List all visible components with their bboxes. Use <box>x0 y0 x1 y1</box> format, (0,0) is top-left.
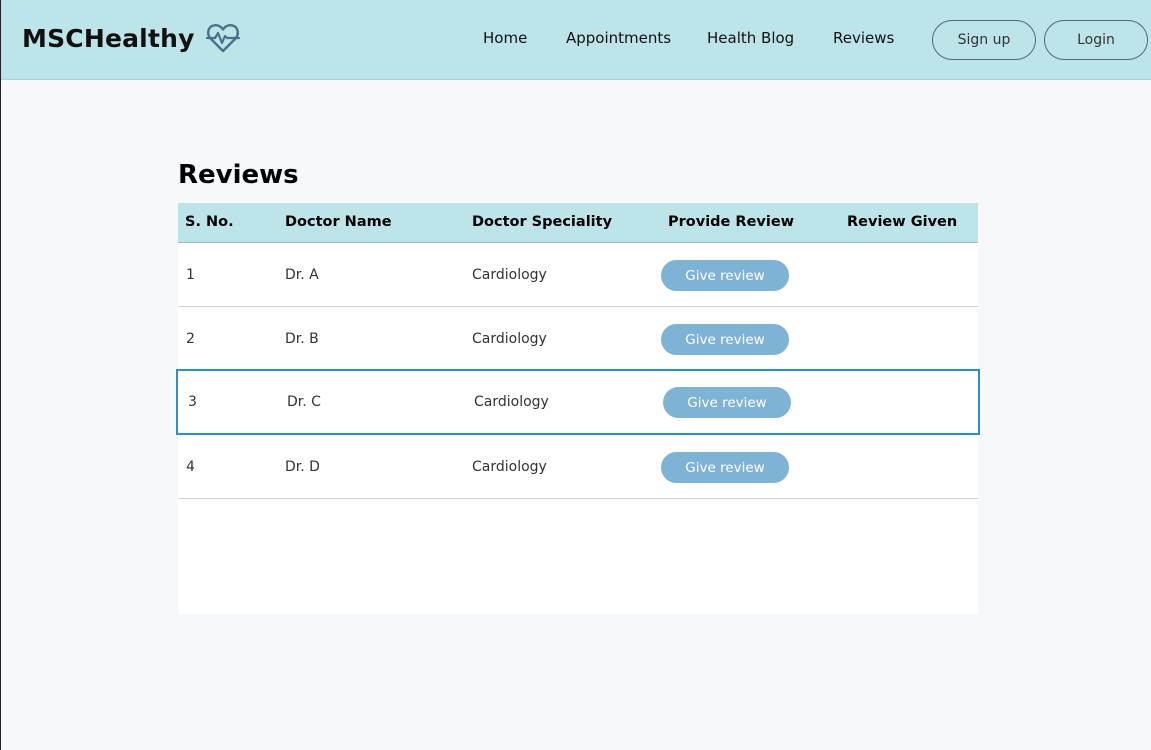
reviews-table: S. No. Doctor Name Doctor Speciality Pro… <box>176 203 980 614</box>
give-review-button[interactable]: Give review <box>661 324 789 355</box>
nav-link-reviews[interactable]: Reviews <box>833 29 894 47</box>
page-title: Reviews <box>178 160 299 190</box>
table-row-selected[interactable]: 3 Dr. C Cardiology Give review <box>176 369 980 435</box>
navbar: MSCHealthy Home Appointments Health Blog… <box>1 0 1151 80</box>
header-doctor-speciality: Doctor Speciality <box>472 214 613 230</box>
nav-link-home[interactable]: Home <box>483 29 527 47</box>
cell-speciality: Cardiology <box>472 459 547 475</box>
login-button[interactable]: Login <box>1044 20 1148 60</box>
give-review-button[interactable]: Give review <box>661 260 789 291</box>
cell-doctor-name: Dr. B <box>285 331 319 347</box>
header-review-given: Review Given <box>847 214 958 230</box>
cell-speciality: Cardiology <box>472 331 547 347</box>
cell-doctor-name: Dr. A <box>285 267 319 283</box>
cell-speciality: Cardiology <box>472 267 547 283</box>
signup-button[interactable]: Sign up <box>932 20 1036 60</box>
header-sno: S. No. <box>185 214 234 230</box>
table-row: 1 Dr. A Cardiology Give review <box>178 243 978 307</box>
header-doctor-name: Doctor Name <box>285 214 392 230</box>
nav-link-health-blog[interactable]: Health Blog <box>707 29 794 47</box>
cell-sno: 2 <box>186 331 195 347</box>
table-row: 2 Dr. B Cardiology Give review <box>178 307 978 371</box>
give-review-button[interactable]: Give review <box>661 452 789 483</box>
header-provide-review: Provide Review <box>668 214 795 230</box>
cell-sno: 3 <box>188 394 197 410</box>
cell-speciality: Cardiology <box>474 394 549 410</box>
cell-doctor-name: Dr. C <box>287 394 321 410</box>
cell-doctor-name: Dr. D <box>285 459 320 475</box>
table-header: S. No. Doctor Name Doctor Speciality Pro… <box>178 203 978 243</box>
cell-sno: 1 <box>186 267 195 283</box>
nav-link-appointments[interactable]: Appointments <box>566 29 671 47</box>
give-review-button[interactable]: Give review <box>663 387 791 418</box>
cell-sno: 4 <box>186 459 195 475</box>
table-row: 4 Dr. D Cardiology Give review <box>178 435 978 499</box>
